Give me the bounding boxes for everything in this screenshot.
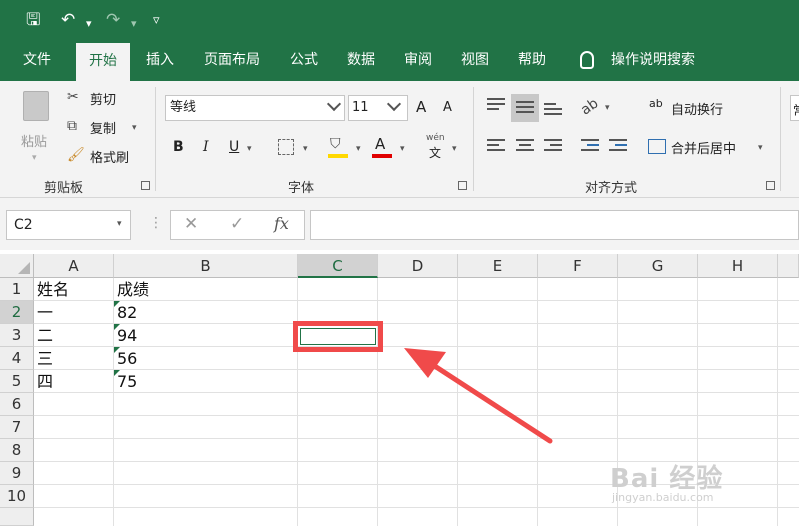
watermark-logo: Bai 经验 [610,464,724,494]
annotation-arrow [404,348,553,444]
watermark-url: jingyan.baidu.com [612,491,714,504]
